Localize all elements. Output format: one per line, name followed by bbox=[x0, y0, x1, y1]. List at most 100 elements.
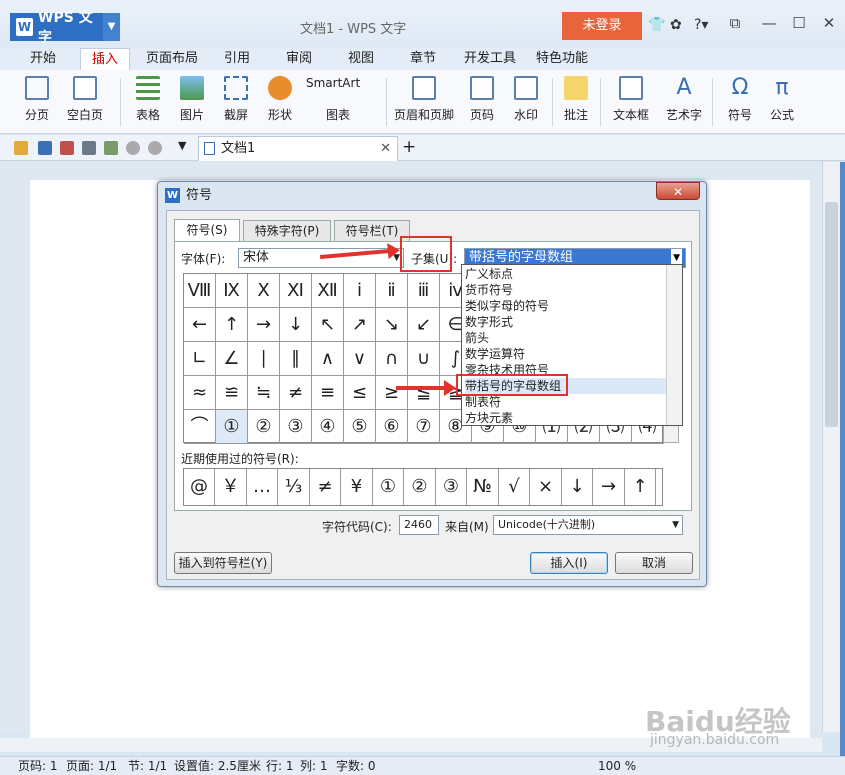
formula-button[interactable]: π 公式 bbox=[764, 76, 800, 123]
help-icon[interactable]: ?▾ bbox=[694, 17, 708, 33]
vertical-scrollbar[interactable] bbox=[822, 162, 840, 732]
recent-symbol-cell[interactable]: @ bbox=[184, 469, 215, 505]
symbol-cell[interactable]: ⌒ bbox=[184, 410, 216, 444]
tab-special-chars[interactable]: 特殊字符(P) bbox=[243, 220, 331, 241]
close-tab-icon[interactable]: ✕ bbox=[380, 137, 391, 160]
page-break-button[interactable]: 分页 bbox=[18, 76, 56, 123]
recent-symbol-cell[interactable]: ￥ bbox=[216, 469, 247, 505]
dropdown-scrollbar[interactable] bbox=[666, 265, 682, 425]
minimize-icon[interactable]: — bbox=[756, 14, 782, 36]
symbol-cell[interactable]: ⅲ bbox=[408, 274, 440, 308]
symbol-cell[interactable]: ∠ bbox=[216, 342, 248, 376]
symbol-cell[interactable]: ∟ bbox=[184, 342, 216, 376]
document-tab[interactable]: 文档1 ✕ bbox=[198, 136, 398, 161]
symbol-cell[interactable]: ≤ bbox=[344, 376, 376, 410]
table-button[interactable]: 表格 bbox=[128, 76, 168, 123]
symbol-cell[interactable]: Ⅸ bbox=[216, 274, 248, 308]
symbol-cell[interactable]: ∥ bbox=[280, 342, 312, 376]
chevron-down-icon[interactable]: ▼ bbox=[178, 139, 186, 152]
symbol-cell[interactable]: ↘ bbox=[376, 308, 408, 342]
symbol-cell[interactable]: ↙ bbox=[408, 308, 440, 342]
symbol-cell[interactable]: Ⅺ bbox=[280, 274, 312, 308]
wps-menu-button[interactable]: W WPS 文字 ▼ bbox=[10, 10, 121, 46]
preview-icon[interactable] bbox=[104, 141, 118, 155]
tab-symbol-bar[interactable]: 符号栏(T) bbox=[334, 220, 410, 241]
menu-home[interactable]: 开始 bbox=[20, 48, 66, 70]
chevron-down-icon[interactable]: ▼ bbox=[102, 13, 121, 41]
symbol-cell[interactable]: ↗ bbox=[344, 308, 376, 342]
symbol-cell[interactable]: ≠ bbox=[280, 376, 312, 410]
dropdown-item[interactable]: 箭头 bbox=[465, 330, 489, 346]
undo-icon[interactable] bbox=[126, 141, 140, 155]
smartart-button[interactable]: SmartArt bbox=[306, 76, 380, 90]
symbol-cell[interactable]: ⑥ bbox=[376, 410, 408, 444]
menu-developer[interactable]: 开发工具 bbox=[458, 48, 522, 70]
chat-icon[interactable]: ✿ bbox=[670, 17, 682, 33]
header-footer-button[interactable]: 页眉和页脚 bbox=[392, 76, 456, 123]
save-icon[interactable] bbox=[38, 141, 52, 155]
maximize-icon[interactable]: ☐ bbox=[786, 14, 812, 36]
symbol-cell[interactable]: ≌ bbox=[216, 376, 248, 410]
dropdown-item[interactable]: 方块元素 bbox=[465, 410, 513, 426]
tab-symbol[interactable]: 符号(S) bbox=[174, 219, 240, 242]
recent-symbol-cell[interactable]: ¥ bbox=[342, 469, 373, 505]
symbol-cell[interactable]: ↖ bbox=[312, 308, 344, 342]
symbol-cell[interactable]: ④ bbox=[312, 410, 344, 444]
shirt-icon[interactable]: 👕 bbox=[648, 17, 665, 33]
scroll-thumb[interactable] bbox=[825, 202, 838, 427]
shape-button[interactable]: 形状 bbox=[260, 76, 300, 123]
wordart-button[interactable]: A 艺术字 bbox=[662, 76, 706, 123]
symbol-cell[interactable]: ↑ bbox=[216, 308, 248, 342]
symbol-cell[interactable]: ③ bbox=[280, 410, 312, 444]
recent-symbol-cell[interactable]: × bbox=[531, 469, 562, 505]
dropdown-item[interactable]: 数学运算符 bbox=[465, 346, 525, 362]
insert-button[interactable]: 插入(I) bbox=[530, 552, 608, 574]
menu-reference[interactable]: 引用 bbox=[214, 48, 260, 70]
screenshot-button[interactable]: 截屏 bbox=[216, 76, 256, 123]
char-code-input[interactable]: 2460 bbox=[399, 515, 439, 535]
comment-button[interactable]: 批注 bbox=[558, 76, 594, 123]
symbol-cell[interactable]: ∧ bbox=[312, 342, 344, 376]
blank-page-button[interactable]: 空白页 bbox=[62, 76, 108, 123]
page-number-button[interactable]: 页码 bbox=[462, 76, 502, 123]
login-button[interactable]: 未登录 bbox=[562, 12, 642, 40]
symbol-cell[interactable]: ≈ bbox=[184, 376, 216, 410]
recent-symbol-cell[interactable]: ① bbox=[373, 469, 404, 505]
insert-to-symbol-bar-button[interactable]: 插入到符号栏(Y) bbox=[174, 552, 272, 574]
menu-chapter[interactable]: 章节 bbox=[400, 48, 446, 70]
symbol-cell[interactable]: ↓ bbox=[280, 308, 312, 342]
cancel-button[interactable]: 取消 bbox=[615, 552, 693, 574]
symbol-cell[interactable]: ← bbox=[184, 308, 216, 342]
menu-insert[interactable]: 插入 bbox=[80, 48, 130, 70]
dropdown-item[interactable]: 类似字母的符号 bbox=[465, 298, 549, 314]
symbol-cell[interactable]: ∪ bbox=[408, 342, 440, 376]
dropdown-item[interactable]: 货币符号 bbox=[465, 282, 513, 298]
image-button[interactable]: 图片 bbox=[172, 76, 212, 123]
chart-button[interactable]: 图表 bbox=[306, 106, 380, 123]
symbol-cell[interactable]: ⅰ bbox=[344, 274, 376, 308]
subset-dropdown[interactable]: 广义标点 货币符号 类似字母的符号 数字形式 箭头 数学运算符 零杂技术用符号 … bbox=[461, 264, 683, 426]
symbol-button[interactable]: Ω 符号 bbox=[720, 76, 760, 123]
symbol-cell[interactable]: ∩ bbox=[376, 342, 408, 376]
menu-review[interactable]: 审阅 bbox=[276, 48, 322, 70]
symbol-cell[interactable]: ∨ bbox=[344, 342, 376, 376]
menu-view[interactable]: 视图 bbox=[338, 48, 384, 70]
redo-icon[interactable] bbox=[148, 141, 162, 155]
dropdown-item[interactable]: 制表符 bbox=[465, 394, 501, 410]
recent-symbol-cell[interactable]: ② bbox=[405, 469, 436, 505]
recent-symbol-cell[interactable]: ⅓ bbox=[279, 469, 310, 505]
symbol-cell[interactable]: Ⅻ bbox=[312, 274, 344, 308]
watermark-button[interactable]: 水印 bbox=[506, 76, 546, 123]
symbol-cell[interactable]: ≡ bbox=[312, 376, 344, 410]
symbol-cell[interactable]: ≒ bbox=[248, 376, 280, 410]
recent-symbol-cell[interactable]: ↑ bbox=[625, 469, 656, 505]
recent-symbol-cell[interactable]: √ bbox=[499, 469, 530, 505]
recent-symbol-cell[interactable]: № bbox=[468, 469, 499, 505]
from-select[interactable]: Unicode(十六进制) ▼ bbox=[493, 515, 683, 535]
zoom-level[interactable]: 100 % bbox=[598, 757, 636, 775]
dropdown-item[interactable]: 广义标点 bbox=[465, 266, 513, 282]
restore-icon[interactable]: ⧉ bbox=[722, 14, 748, 36]
symbol-cell[interactable]: Ⅹ bbox=[248, 274, 280, 308]
symbol-cell[interactable]: Ⅷ bbox=[184, 274, 216, 308]
recent-symbol-cell[interactable]: ≠ bbox=[310, 469, 341, 505]
